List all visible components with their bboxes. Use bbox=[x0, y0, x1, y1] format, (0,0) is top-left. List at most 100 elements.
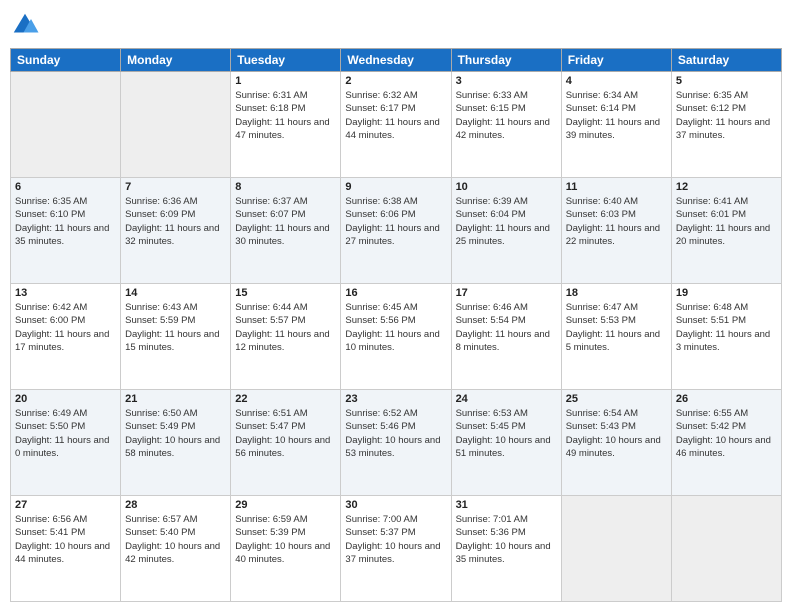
day-info: Sunrise: 6:38 AMSunset: 6:06 PMDaylight:… bbox=[345, 195, 446, 248]
daylight-text: Daylight: 10 hours and 40 minutes. bbox=[235, 540, 336, 567]
day-info: Sunrise: 6:59 AMSunset: 5:39 PMDaylight:… bbox=[235, 513, 336, 566]
daylight-text: Daylight: 10 hours and 58 minutes. bbox=[125, 434, 226, 461]
day-number: 14 bbox=[125, 287, 226, 299]
page: SundayMondayTuesdayWednesdayThursdayFrid… bbox=[0, 0, 792, 612]
day-cell: 11Sunrise: 6:40 AMSunset: 6:03 PMDayligh… bbox=[561, 178, 671, 284]
day-cell: 8Sunrise: 6:37 AMSunset: 6:07 PMDaylight… bbox=[231, 178, 341, 284]
sunset-text: Sunset: 6:12 PM bbox=[676, 102, 777, 115]
sunrise-text: Sunrise: 6:52 AM bbox=[345, 407, 446, 420]
day-cell: 22Sunrise: 6:51 AMSunset: 5:47 PMDayligh… bbox=[231, 390, 341, 496]
sunset-text: Sunset: 5:37 PM bbox=[345, 526, 446, 539]
day-info: Sunrise: 6:50 AMSunset: 5:49 PMDaylight:… bbox=[125, 407, 226, 460]
day-cell: 13Sunrise: 6:42 AMSunset: 6:00 PMDayligh… bbox=[11, 284, 121, 390]
daylight-text: Daylight: 10 hours and 44 minutes. bbox=[15, 540, 116, 567]
day-number: 25 bbox=[566, 393, 667, 405]
day-info: Sunrise: 6:53 AMSunset: 5:45 PMDaylight:… bbox=[456, 407, 557, 460]
day-cell: 20Sunrise: 6:49 AMSunset: 5:50 PMDayligh… bbox=[11, 390, 121, 496]
daylight-text: Daylight: 10 hours and 49 minutes. bbox=[566, 434, 667, 461]
day-info: Sunrise: 6:42 AMSunset: 6:00 PMDaylight:… bbox=[15, 301, 116, 354]
day-number: 17 bbox=[456, 287, 557, 299]
sunset-text: Sunset: 6:14 PM bbox=[566, 102, 667, 115]
day-info: Sunrise: 6:40 AMSunset: 6:03 PMDaylight:… bbox=[566, 195, 667, 248]
day-cell: 29Sunrise: 6:59 AMSunset: 5:39 PMDayligh… bbox=[231, 496, 341, 602]
day-cell: 27Sunrise: 6:56 AMSunset: 5:41 PMDayligh… bbox=[11, 496, 121, 602]
day-info: Sunrise: 6:52 AMSunset: 5:46 PMDaylight:… bbox=[345, 407, 446, 460]
sunrise-text: Sunrise: 6:34 AM bbox=[566, 89, 667, 102]
daylight-text: Daylight: 11 hours and 30 minutes. bbox=[235, 222, 336, 249]
sunset-text: Sunset: 6:01 PM bbox=[676, 208, 777, 221]
day-cell: 7 Sunrise: 6:36 AMSunset: 6:09 PMDaylight… bbox=[121, 178, 231, 284]
day-number: 22 bbox=[235, 393, 336, 405]
day-cell: 17Sunrise: 6:46 AMSunset: 5:54 PMDayligh… bbox=[451, 284, 561, 390]
sunrise-text: Sunrise: 6:37 AM bbox=[235, 195, 336, 208]
day-number: 12 bbox=[676, 181, 777, 193]
sunrise-text: Sunrise: 7:00 AM bbox=[345, 513, 446, 526]
day-info: Sunrise: 6:37 AMSunset: 6:07 PMDaylight:… bbox=[235, 195, 336, 248]
day-cell bbox=[121, 72, 231, 178]
day-cell: 14 Sunrise: 6:43 AMSunset: 5:59 PMDayligh… bbox=[121, 284, 231, 390]
daylight-text: Daylight: 10 hours and 37 minutes. bbox=[345, 540, 446, 567]
day-number: 9 bbox=[345, 181, 446, 193]
week-row-2: 6Sunrise: 6:35 AMSunset: 6:10 PMDaylight… bbox=[11, 178, 782, 284]
sunrise-text: Sunrise: 6:39 AM bbox=[456, 195, 557, 208]
day-cell bbox=[11, 72, 121, 178]
day-cell: 28Sunrise: 6:57 AMSunset: 5:40 PMDayligh… bbox=[121, 496, 231, 602]
daylight-text: Daylight: 11 hours and 10 minutes. bbox=[345, 328, 446, 355]
sunset-text: Sunset: 5:56 PM bbox=[345, 314, 446, 327]
sunrise-text: Sunrise: 6:57 AM bbox=[125, 513, 226, 526]
day-info: Sunrise: 6:33 AMSunset: 6:15 PMDaylight:… bbox=[456, 89, 557, 142]
day-number: 19 bbox=[676, 287, 777, 299]
day-info: Sunrise: 6:36 AMSunset: 6:09 PMDaylight:… bbox=[125, 195, 226, 248]
sunrise-text: Sunrise: 6:33 AM bbox=[456, 89, 557, 102]
day-cell: 31Sunrise: 7:01 AMSunset: 5:36 PMDayligh… bbox=[451, 496, 561, 602]
daylight-text: Daylight: 10 hours and 53 minutes. bbox=[345, 434, 446, 461]
day-cell: 3Sunrise: 6:33 AMSunset: 6:15 PMDaylight… bbox=[451, 72, 561, 178]
day-cell: 6Sunrise: 6:35 AMSunset: 6:10 PMDaylight… bbox=[11, 178, 121, 284]
daylight-text: Daylight: 11 hours and 17 minutes. bbox=[15, 328, 116, 355]
sunset-text: Sunset: 6:15 PM bbox=[456, 102, 557, 115]
day-cell: 26Sunrise: 6:55 AMSunset: 5:42 PMDayligh… bbox=[671, 390, 781, 496]
daylight-text: Daylight: 11 hours and 8 minutes. bbox=[456, 328, 557, 355]
daylight-text: Daylight: 11 hours and 27 minutes. bbox=[345, 222, 446, 249]
day-cell: 16Sunrise: 6:45 AMSunset: 5:56 PMDayligh… bbox=[341, 284, 451, 390]
sunset-text: Sunset: 5:36 PM bbox=[456, 526, 557, 539]
day-info: Sunrise: 6:32 AMSunset: 6:17 PMDaylight:… bbox=[345, 89, 446, 142]
day-number: 2 bbox=[345, 75, 446, 87]
sunrise-text: Sunrise: 6:36 AM bbox=[125, 195, 226, 208]
day-cell: 4 Sunrise: 6:34 AMSunset: 6:14 PMDaylight… bbox=[561, 72, 671, 178]
day-number: 10 bbox=[456, 181, 557, 193]
day-cell: 10Sunrise: 6:39 AMSunset: 6:04 PMDayligh… bbox=[451, 178, 561, 284]
day-cell bbox=[671, 496, 781, 602]
day-info: Sunrise: 6:43 AMSunset: 5:59 PMDaylight:… bbox=[125, 301, 226, 354]
sunset-text: Sunset: 5:50 PM bbox=[15, 420, 116, 433]
day-number: 4 bbox=[566, 75, 667, 87]
day-cell: 24Sunrise: 6:53 AMSunset: 5:45 PMDayligh… bbox=[451, 390, 561, 496]
daylight-text: Daylight: 11 hours and 42 minutes. bbox=[456, 116, 557, 143]
day-info: Sunrise: 6:56 AMSunset: 5:41 PMDaylight:… bbox=[15, 513, 116, 566]
day-info: Sunrise: 6:49 AMSunset: 5:50 PMDaylight:… bbox=[15, 407, 116, 460]
daylight-text: Daylight: 11 hours and 44 minutes. bbox=[345, 116, 446, 143]
sunset-text: Sunset: 6:10 PM bbox=[15, 208, 116, 221]
sunrise-text: Sunrise: 6:56 AM bbox=[15, 513, 116, 526]
daylight-text: Daylight: 11 hours and 39 minutes. bbox=[566, 116, 667, 143]
daylight-text: Daylight: 10 hours and 51 minutes. bbox=[456, 434, 557, 461]
sunrise-text: Sunrise: 6:54 AM bbox=[566, 407, 667, 420]
sunset-text: Sunset: 6:18 PM bbox=[235, 102, 336, 115]
day-info: Sunrise: 6:54 AMSunset: 5:43 PMDaylight:… bbox=[566, 407, 667, 460]
daylight-text: Daylight: 10 hours and 35 minutes. bbox=[456, 540, 557, 567]
daylight-text: Daylight: 11 hours and 47 minutes. bbox=[235, 116, 336, 143]
daylight-text: Daylight: 11 hours and 35 minutes. bbox=[15, 222, 116, 249]
daylight-text: Daylight: 11 hours and 22 minutes. bbox=[566, 222, 667, 249]
sunset-text: Sunset: 5:49 PM bbox=[125, 420, 226, 433]
day-number: 6 bbox=[15, 181, 116, 193]
weekday-header-monday: Monday bbox=[121, 49, 231, 72]
day-info: Sunrise: 6:57 AMSunset: 5:40 PMDaylight:… bbox=[125, 513, 226, 566]
weekday-header-row: SundayMondayTuesdayWednesdayThursdayFrid… bbox=[11, 49, 782, 72]
day-info: Sunrise: 6:35 AMSunset: 6:12 PMDaylight:… bbox=[676, 89, 777, 142]
day-cell: 21Sunrise: 6:50 AMSunset: 5:49 PMDayligh… bbox=[121, 390, 231, 496]
day-info: Sunrise: 7:01 AMSunset: 5:36 PMDaylight:… bbox=[456, 513, 557, 566]
sunset-text: Sunset: 6:03 PM bbox=[566, 208, 667, 221]
day-number: 7 bbox=[125, 181, 226, 193]
day-cell: 18Sunrise: 6:47 AMSunset: 5:53 PMDayligh… bbox=[561, 284, 671, 390]
day-info: Sunrise: 6:45 AMSunset: 5:56 PMDaylight:… bbox=[345, 301, 446, 354]
